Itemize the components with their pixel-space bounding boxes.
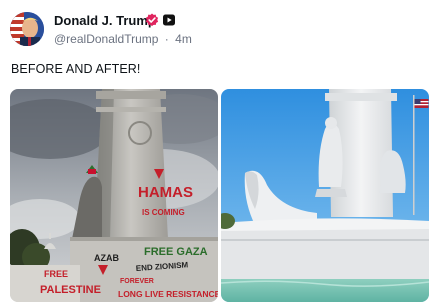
graffiti-free-gaza: FREE GAZA xyxy=(144,246,208,258)
verified-badge-icon xyxy=(145,13,159,27)
graffiti-long-live-resistance: LONG LIVE RESISTANCE xyxy=(118,289,218,299)
meta-separator: · xyxy=(164,32,169,46)
video-platform-icon[interactable] xyxy=(162,13,176,27)
social-post: Donald J. Trump @realDonaldTrump · 4m BE… xyxy=(0,0,439,308)
graffiti-palestine: PALESTINE xyxy=(40,284,101,296)
graffiti-is-coming: IS COMING xyxy=(142,208,185,217)
graffiti-azab: AZAB xyxy=(94,253,119,263)
author-handle[interactable]: @realDonaldTrump xyxy=(54,32,158,46)
graffiti-free: FREE xyxy=(44,269,68,279)
graffiti-forever: FOREVER xyxy=(120,278,154,285)
author-avatar[interactable] xyxy=(10,12,44,46)
before-photo[interactable]: HAMAS IS COMING AZAB FREE GAZA FREE PALE… xyxy=(10,89,218,302)
graffiti-hamas: HAMAS xyxy=(138,184,193,201)
author-name[interactable]: Donald J. Trump xyxy=(54,13,156,28)
post-text: BEFORE AND AFTER! xyxy=(11,62,141,76)
post-meta: @realDonaldTrump · 4m xyxy=(54,32,192,46)
after-photo[interactable] xyxy=(221,89,429,302)
post-timestamp[interactable]: 4m xyxy=(175,32,192,46)
